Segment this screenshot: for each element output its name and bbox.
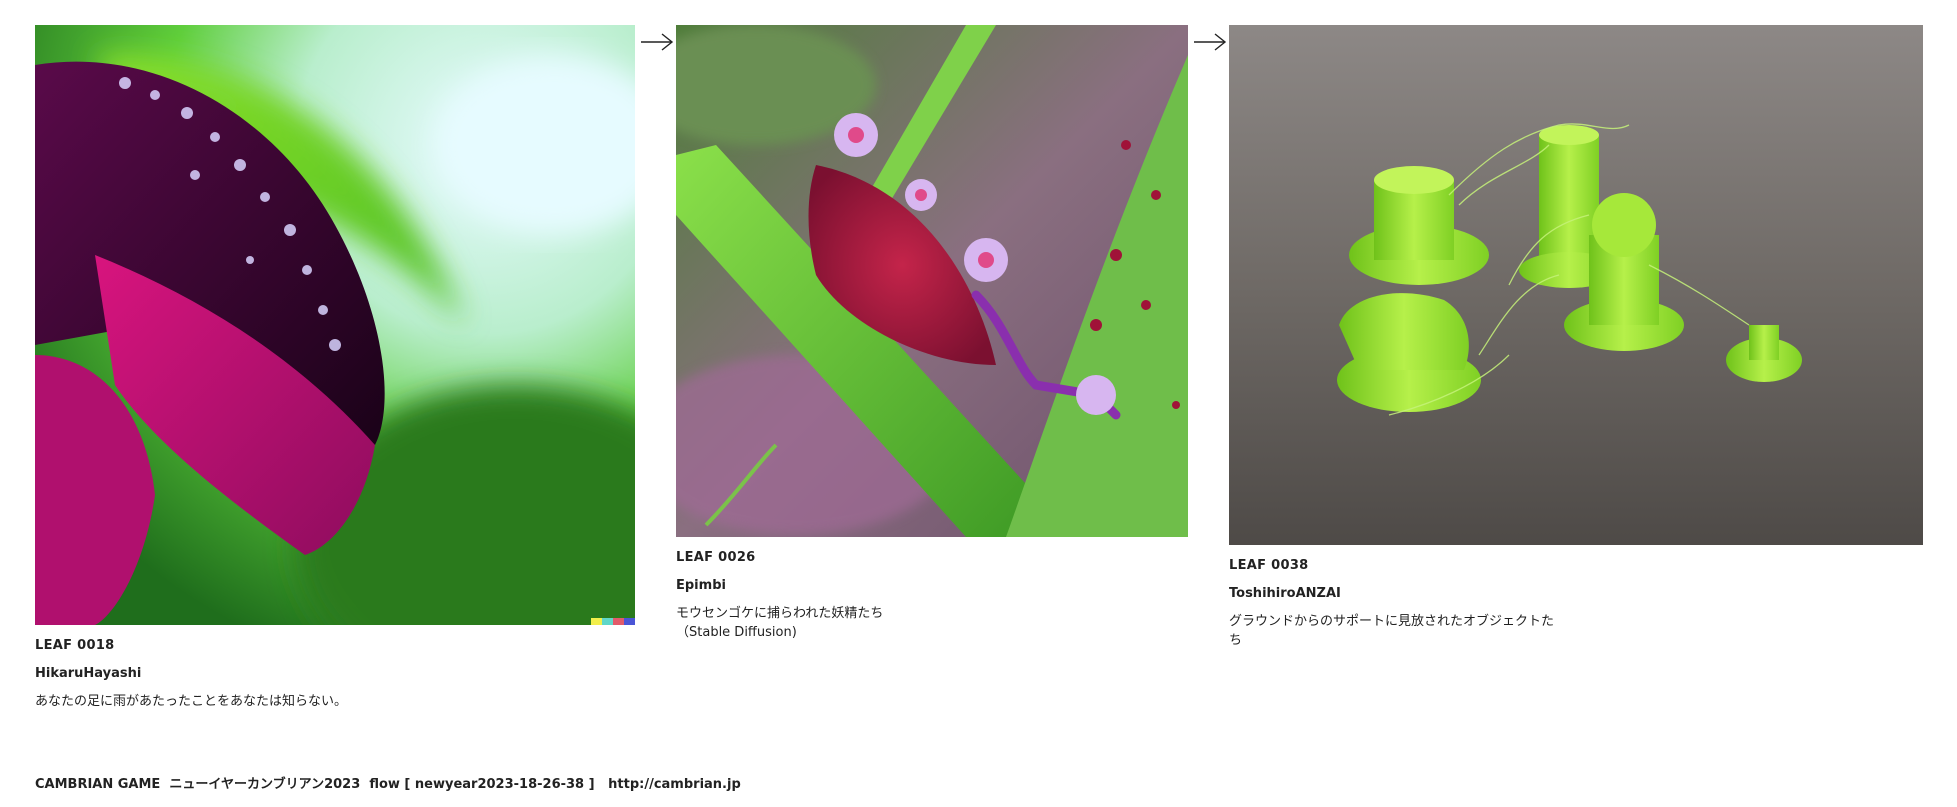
leaf-code: LEAF 0038 (1229, 558, 1309, 573)
leaf-meta-0038: LEAF 0038 ToshihiroANZAI グラウンドからのサポートに見放… (1229, 557, 1559, 650)
leaf-code: LEAF 0018 (35, 638, 115, 653)
leaf-author[interactable]: Epimbi (676, 577, 1188, 596)
footer-site-link[interactable]: http://cambrian.jp (608, 777, 741, 792)
leaf-image-0038[interactable] (1229, 25, 1923, 545)
leaf-caption: モウセンゴケに捕らわれた妖精たち （Stable Diffusion) (676, 605, 884, 640)
leaf-caption: グラウンドからのサポートに見放されたオブジェクトたち (1229, 613, 1555, 648)
leaf-code: LEAF 0026 (676, 550, 756, 565)
leaf-card-0026: LEAF 0026 Epimbi モウセンゴケに捕らわれた妖精たち （Stabl… (676, 25, 1188, 642)
page-footer: CAMBRIAN GAME ニューイヤーカンブリアン2023 flow [ ne… (35, 773, 741, 792)
leaf-caption: あなたの足に雨があたったことをあなたは知らない。 (35, 693, 348, 709)
leaf-author[interactable]: HikaruHayashi (35, 665, 635, 684)
leaf-image-sundew-fairy (676, 25, 1188, 537)
leaf-meta-0018: LEAF 0018 HikaruHayashi あなたの足に雨があたったことをあ… (35, 637, 635, 712)
footer-event-title: ニューイヤーカンブリアン2023 (169, 777, 361, 792)
leaf-image-0018[interactable] (35, 25, 635, 625)
leaf-author[interactable]: ToshihiroANZAI (1229, 585, 1559, 604)
footer-site-name: CAMBRIAN GAME (35, 777, 161, 792)
leaf-card-0018: LEAF 0018 HikaruHayashi あなたの足に雨があたったことをあ… (35, 25, 635, 712)
leaf-image-0026[interactable] (676, 25, 1188, 537)
leaf-card-0038: LEAF 0038 ToshihiroANZAI グラウンドからのサポートに見放… (1229, 25, 1923, 650)
leaf-image-flower-petal (35, 25, 635, 625)
right-arrow-icon (641, 33, 674, 51)
leaf-meta-0026: LEAF 0026 Epimbi モウセンゴケに捕らわれた妖精たち （Stabl… (676, 549, 1188, 642)
right-arrow-icon (1194, 33, 1227, 51)
footer-flow-label: flow [ newyear2023-18-26-38 ] (369, 777, 595, 792)
leaf-image-3d-prints (1229, 25, 1923, 545)
